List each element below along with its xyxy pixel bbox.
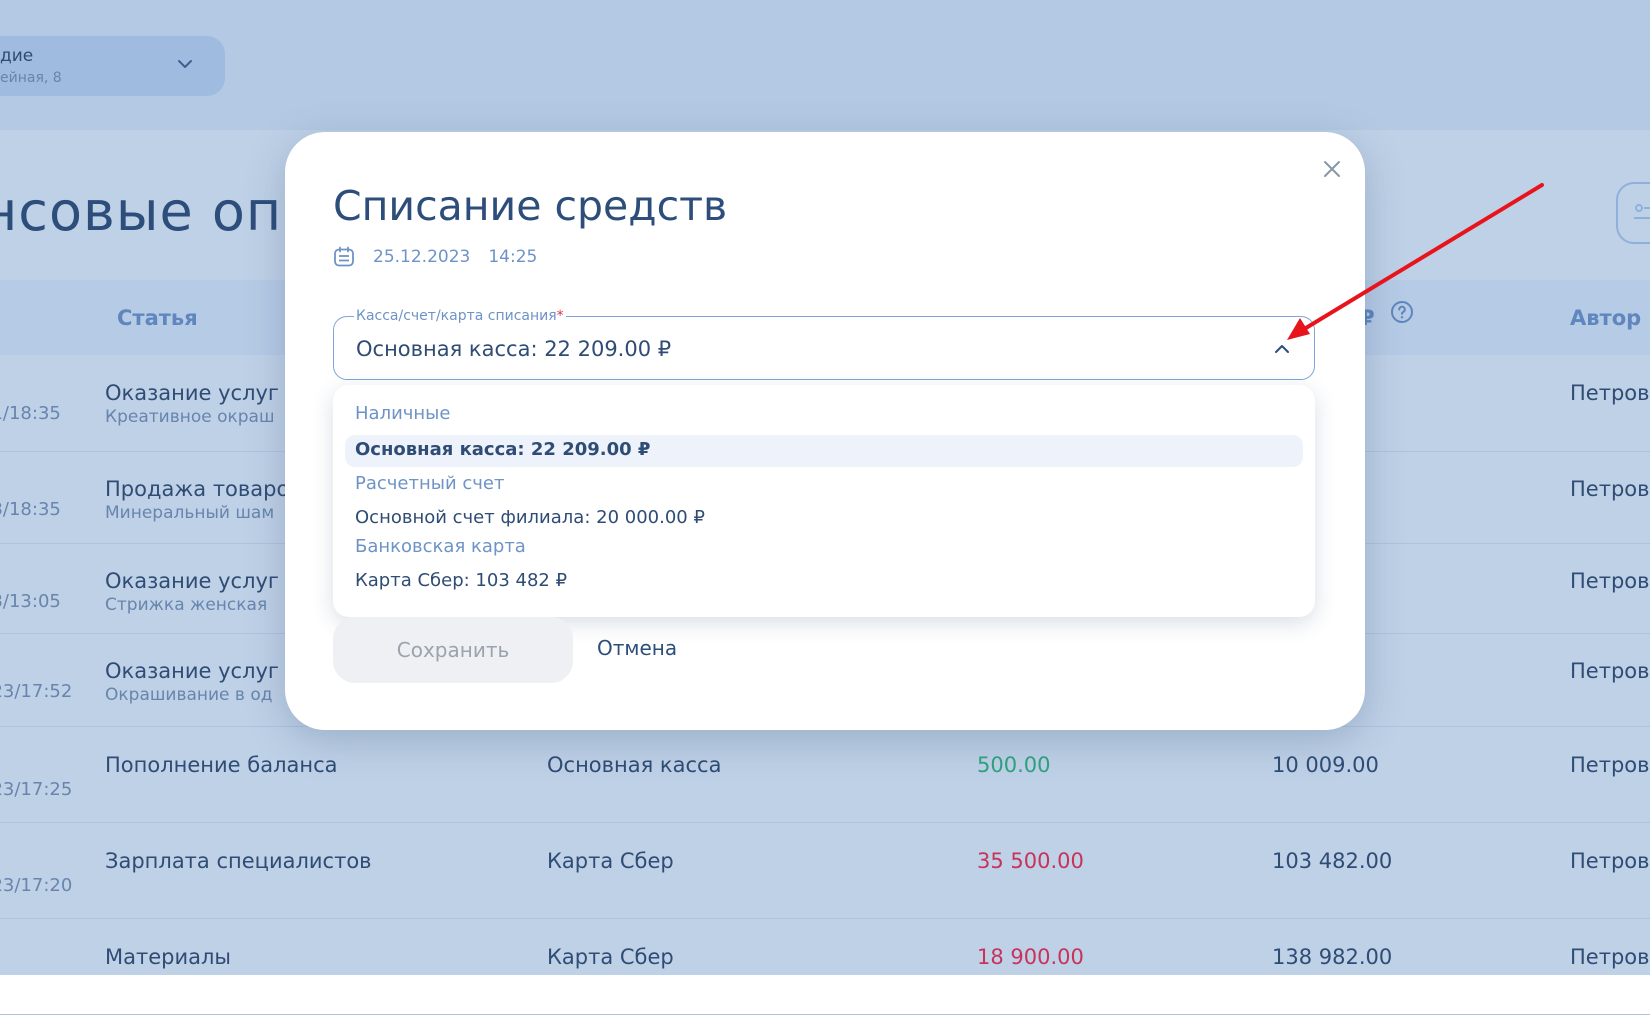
modal-time: 14:25 — [488, 247, 538, 267]
cancel-button[interactable]: Отмена — [597, 636, 677, 660]
table-row[interactable]: 023/17:25 Пополнение баланса Основная касс… — [0, 726, 1650, 823]
row-balance: 138 982.00 — [1272, 945, 1393, 969]
table-row[interactable]: Материалы Карта Сбер 18 900.00 138 982.00 Пе… — [0, 918, 1650, 1015]
chevron-up-icon[interactable] — [1272, 339, 1292, 359]
branch-name: дие — [0, 46, 34, 66]
group-label-settlement-account: Расчетный счет — [355, 473, 505, 494]
group-label-cash: Наличные — [355, 403, 451, 424]
group-label-bank-card: Банковская карта — [355, 536, 526, 557]
modal-datetime: 25.12.2023 14:25 — [333, 244, 555, 270]
row-author: Петрова — [1570, 753, 1650, 777]
option-main-cashbox[interactable]: Основная касса: 22 209.00 ₽ — [355, 439, 650, 460]
row-date: 21/18:35 — [0, 403, 61, 424]
row-author: Петрова — [1570, 381, 1650, 405]
branch-selector[interactable]: дие ейная, 8 — [0, 36, 225, 96]
account-dropdown: Наличные Основная касса: 22 209.00 ₽ Рас… — [333, 385, 1315, 617]
row-author: Петрова — [1570, 945, 1650, 969]
branch-address: ейная, 8 — [0, 70, 62, 86]
row-article-detail: Окрашивание в од — [105, 685, 273, 705]
row-article: Оказание услуг — [105, 569, 279, 593]
filter-icon — [1634, 204, 1650, 219]
row-sum: 500.00 — [977, 753, 1051, 777]
row-article: Оказание услуг — [105, 381, 279, 405]
filter-button[interactable] — [1616, 182, 1650, 244]
row-article-detail: Креативное окраш — [105, 407, 275, 427]
row-account: Основная касса — [547, 753, 722, 777]
save-button[interactable]: Сохранить — [333, 617, 573, 683]
page-title: нсовые оп — [0, 180, 283, 243]
row-article-detail: Стрижка женская — [105, 595, 268, 615]
row-article: Продажа товаро — [105, 477, 290, 501]
row-account: Карта Сбер — [547, 945, 674, 969]
row-date: 023/17:20 — [0, 875, 73, 896]
chevron-down-icon — [178, 60, 192, 68]
help-icon[interactable] — [1390, 300, 1414, 324]
account-select-value: Основная касса: 22 209.00 ₽ — [356, 337, 672, 361]
header-author[interactable]: Автор — [1570, 306, 1641, 330]
table-row[interactable]: 023/17:20 Зарплата специалистов Карта Сбер… — [0, 822, 1650, 919]
row-article: Пополнение баланса — [105, 753, 338, 777]
row-date: 023/17:52 — [0, 681, 73, 702]
account-select[interactable]: Касса/счет/карта списания* Основная касс… — [333, 308, 1315, 380]
row-article-detail: Минеральный шам — [105, 503, 275, 523]
row-author: Петрова — [1570, 569, 1650, 593]
row-sum: 35 500.00 — [977, 849, 1084, 873]
write-off-modal: Списание средств 25.12.2023 14:25 Касса/… — [285, 132, 1365, 730]
row-author: Петрова — [1570, 659, 1650, 683]
row-balance: 103 482.00 — [1272, 849, 1393, 873]
account-select-label: Касса/счет/карта списания* — [354, 308, 566, 324]
row-account: Карта Сбер — [547, 849, 674, 873]
required-mark: * — [556, 308, 564, 324]
calendar-icon — [334, 246, 354, 267]
modal-title: Списание средств — [333, 182, 728, 230]
option-sber-card[interactable]: Карта Сбер: 103 482 ₽ — [355, 570, 567, 591]
top-bar: дие ейная, 8 — [0, 0, 1650, 130]
modal-date: 25.12.2023 — [373, 247, 471, 267]
select-label-text: Касса/счет/карта списания — [356, 308, 557, 324]
row-author: Петрова — [1570, 849, 1650, 873]
close-icon[interactable] — [1317, 154, 1347, 184]
row-article: Материалы — [105, 945, 231, 969]
row-article: Оказание услуг — [105, 659, 279, 683]
option-branch-account[interactable]: Основной счет филиала: 20 000.00 ₽ — [355, 507, 705, 528]
row-date: 23/18:35 — [0, 499, 61, 520]
row-balance: 10 009.00 — [1272, 753, 1379, 777]
row-sum: 18 900.00 — [977, 945, 1084, 969]
row-article: Зарплата специалистов — [105, 849, 372, 873]
header-article[interactable]: Статья — [117, 306, 198, 330]
row-date: 023/17:25 — [0, 779, 73, 800]
row-date: 23/13:05 — [0, 591, 61, 612]
row-author: Петрова — [1570, 477, 1650, 501]
